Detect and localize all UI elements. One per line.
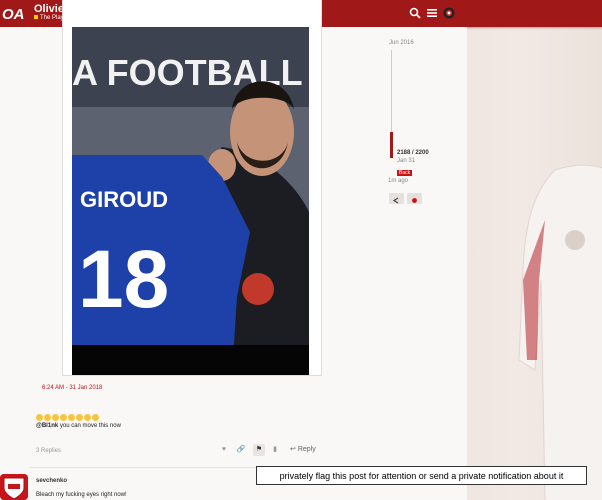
- laughing-emoji-icon: [68, 414, 75, 421]
- laughing-emoji-icon: [92, 414, 99, 421]
- next-post-body: Bleach my fucking eyes right now!: [36, 492, 127, 498]
- like-heart-icon[interactable]: ♥: [218, 444, 230, 456]
- timeline-date: Jan 31: [397, 158, 416, 164]
- reply-button[interactable]: ↩ Reply: [290, 445, 316, 453]
- mention-link[interactable]: @Bl1nk: [36, 423, 58, 429]
- flag-icon[interactable]: ⚑: [253, 444, 265, 456]
- player-image: [518, 164, 602, 500]
- user-avatar-icon[interactable]: [443, 7, 455, 19]
- reply-arrow-icon: ↩: [290, 446, 298, 453]
- reply-label: Reply: [297, 446, 316, 453]
- emoji-row: [36, 408, 100, 421]
- laughing-emoji-icon: [84, 414, 91, 421]
- post-text: you can move this now: [58, 423, 121, 429]
- laughing-emoji-icon: [44, 414, 51, 421]
- laughing-emoji-icon: [36, 414, 43, 421]
- post-image[interactable]: A FOOTBALL GIROUD 18: [72, 27, 309, 375]
- site-logo[interactable]: OA: [2, 3, 30, 23]
- laughing-emoji-icon: [60, 414, 67, 421]
- background-art: [467, 0, 602, 500]
- post-timestamp[interactable]: 6:24 AM - 31 Jan 2018: [42, 385, 102, 391]
- topic-timeline: Jun 2016 2188 / 2200 Jan 31 Back 1m ago: [387, 40, 467, 210]
- link-icon[interactable]: 🔗: [235, 444, 247, 456]
- timeline-position: 2188 / 2200: [397, 150, 429, 156]
- timeline-start-date[interactable]: Jun 2016: [389, 40, 414, 46]
- timeline-reply-button[interactable]: [389, 193, 404, 204]
- svg-text:GIROUD: GIROUD: [80, 187, 168, 212]
- category-color-icon: [34, 15, 38, 20]
- menu-icon[interactable]: [426, 7, 438, 19]
- timeline-notify-button[interactable]: [407, 193, 422, 204]
- laughing-emoji-icon: [52, 414, 59, 421]
- laughing-emoji-icon: [76, 414, 83, 421]
- replies-toggle[interactable]: 3 Replies: [36, 448, 61, 454]
- back-button[interactable]: Back: [397, 170, 413, 176]
- circle-dot-icon: [412, 198, 417, 203]
- svg-text:OA: OA: [2, 6, 25, 23]
- reply-icon: [392, 197, 399, 204]
- bookmark-icon[interactable]: ▮: [269, 444, 281, 456]
- post-body: @Bl1nk you can move this now: [36, 423, 121, 429]
- flag-tooltip: privately flag this post for attention o…: [256, 466, 587, 485]
- search-icon[interactable]: [409, 7, 421, 19]
- timeline-handle[interactable]: [390, 132, 393, 158]
- next-post-username[interactable]: sevchenko: [36, 478, 67, 484]
- timeline-ago: 1m ago: [388, 178, 409, 184]
- user-avatar[interactable]: [0, 474, 28, 500]
- svg-text:18: 18: [78, 234, 169, 325]
